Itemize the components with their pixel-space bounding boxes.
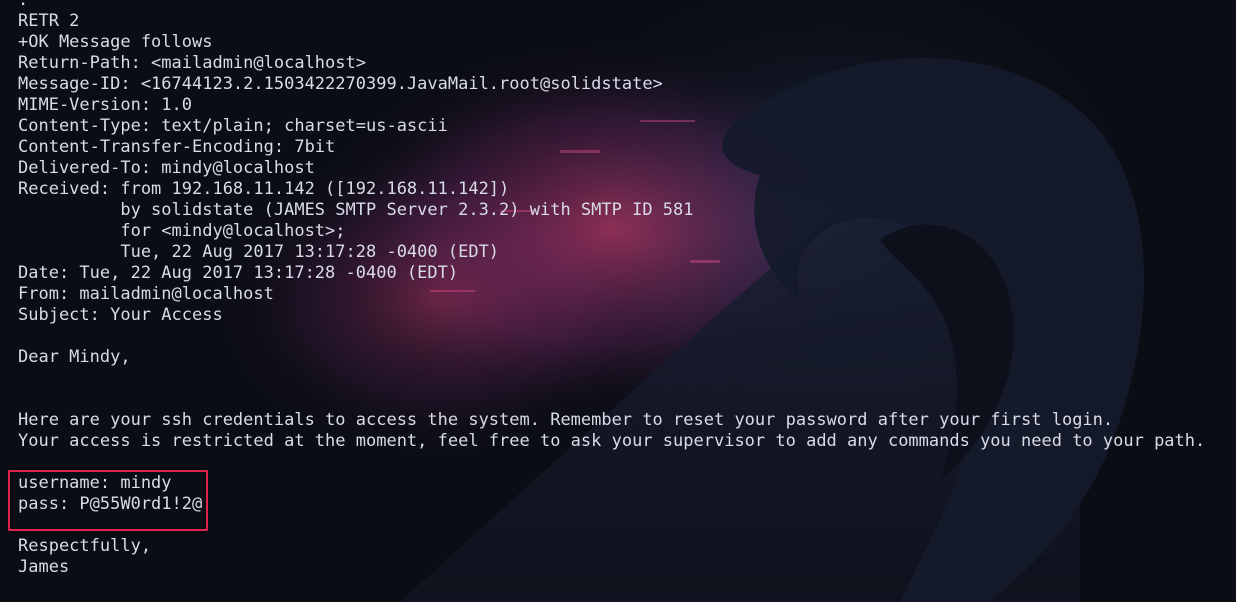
terminal-line: Content-Transfer-Encoding: 7bit xyxy=(18,137,336,157)
terminal-line: Tue, 22 Aug 2017 13:17:28 -0400 (EDT) xyxy=(18,242,500,262)
terminal-line: Received: from 192.168.11.142 ([192.168.… xyxy=(18,179,510,199)
terminal-line: Dear Mindy, xyxy=(18,347,131,367)
terminal-line: MIME-Version: 1.0 xyxy=(18,95,192,115)
terminal-line: +OK Message follows xyxy=(18,32,213,52)
terminal-line: Return-Path: <mailadmin@localhost> xyxy=(18,53,366,73)
terminal-line: . xyxy=(18,0,29,10)
terminal-line: Your access is restricted at the moment,… xyxy=(18,431,1206,451)
terminal-line: RETR 2 xyxy=(18,11,80,31)
terminal-line: Respectfully, xyxy=(18,536,152,556)
terminal-line: Delivered-To: mindy@localhost xyxy=(18,158,315,178)
terminal-line: for <mindy@localhost>; xyxy=(18,221,346,241)
terminal-line: James xyxy=(18,557,70,577)
terminal-line: Message-ID: <16744123.2.1503422270399.Ja… xyxy=(18,74,663,94)
terminal-line: Date: Tue, 22 Aug 2017 13:17:28 -0400 (E… xyxy=(18,263,459,283)
terminal-line: Content-Type: text/plain; charset=us-asc… xyxy=(18,116,448,136)
terminal-line: Subject: Your Access xyxy=(18,305,223,325)
credentials-highlight-box xyxy=(8,470,208,531)
terminal-line: From: mailadmin@localhost xyxy=(18,284,274,304)
terminal-line: by solidstate (JAMES SMTP Server 2.3.2) … xyxy=(18,200,694,220)
terminal-line: Here are your ssh credentials to access … xyxy=(18,410,1114,430)
